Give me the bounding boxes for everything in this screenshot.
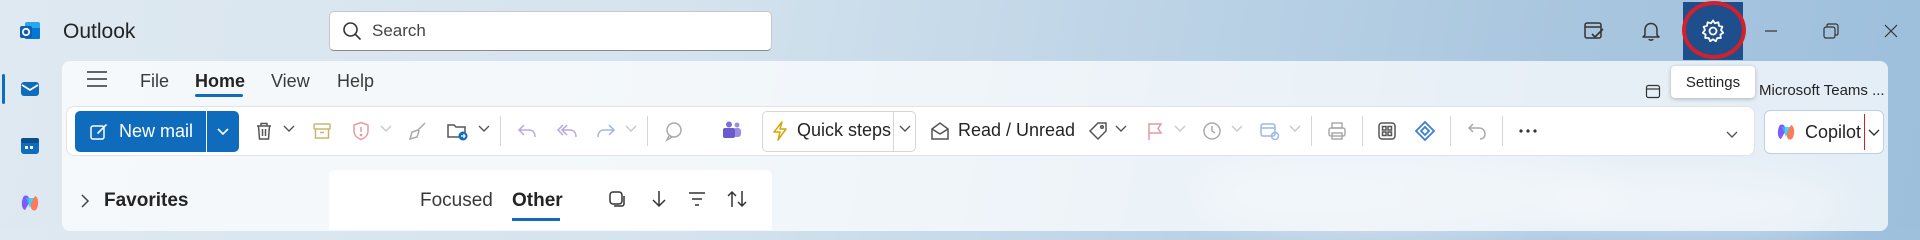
quick-steps-label: Quick steps [797,120,892,140]
lightning-icon [766,117,794,145]
delete-icon[interactable] [250,117,278,145]
favorites-folder-group[interactable]: Favorites [80,190,188,212]
app-title: Outlook [63,20,136,43]
calendar-small-icon [1645,84,1661,98]
flag-icon[interactable] [1141,117,1169,145]
teams-chip-label: Microsoft Teams ... [1759,82,1885,99]
tag-icon[interactable] [1084,117,1112,145]
outlook-logo-icon [17,18,43,44]
tab-home-underline [195,94,243,97]
ribbon-separator [1450,116,1451,146]
new-mail-button[interactable]: New mail [75,111,206,152]
ribbon-separator [1502,116,1503,146]
tab-other-underline [512,218,560,221]
rules-icon[interactable] [1256,117,1284,145]
chat-bubble-icon[interactable] [660,117,688,145]
rail-active-indicator [2,74,5,104]
chevron-down-icon[interactable] [380,122,392,136]
chevron-down-icon[interactable] [1174,122,1186,136]
ribbon-separator [1311,116,1312,146]
chevron-down-icon[interactable] [1115,122,1127,136]
tab-home[interactable]: Home [195,71,245,92]
sort-icon[interactable] [724,186,750,212]
copilot-button[interactable]: Copilot [1764,110,1884,154]
copilot-logo-icon [1777,124,1795,140]
teams-icon[interactable] [718,117,746,145]
tab-help[interactable]: Help [337,71,374,92]
calendar-app-icon[interactable] [17,133,43,159]
search-input[interactable]: Search [329,11,772,51]
tab-file[interactable]: File [140,71,169,92]
restore-window-icon[interactable] [1814,14,1848,48]
print-icon[interactable] [1323,117,1351,145]
chevron-down-icon[interactable] [283,122,295,136]
envelope-open-icon [926,117,954,145]
more-options-icon[interactable] [1514,117,1542,145]
copilot-label: Copilot [1805,121,1862,142]
archive-icon[interactable] [308,117,336,145]
snooze-clock-icon[interactable] [1198,117,1226,145]
settings-annotation-ring [1682,1,1746,59]
sweep-broom-icon[interactable] [404,117,432,145]
chevron-down-icon[interactable] [899,122,911,136]
new-mail-dropdown[interactable] [207,111,239,152]
ribbon-separator [500,116,501,146]
favorites-label: Favorites [104,190,189,211]
hamburger-menu-icon[interactable] [86,70,108,88]
ribbon-separator [1362,116,1363,146]
filter-icon[interactable] [684,186,710,212]
tab-focused[interactable]: Focused [420,190,493,212]
tab-view[interactable]: View [271,71,310,92]
forward-icon[interactable] [592,117,620,145]
report-shield-icon[interactable] [347,117,375,145]
ribbon-separator [647,116,648,146]
reply-icon[interactable] [513,117,541,145]
chevron-down-icon[interactable] [478,122,490,136]
copilot-split-divider [1864,114,1865,150]
chevron-down-icon[interactable] [1289,122,1301,136]
chevron-down-icon[interactable] [625,122,637,136]
mail-app-icon[interactable] [17,76,43,102]
undo-icon[interactable] [1463,117,1491,145]
chevron-down-icon[interactable] [1231,122,1243,136]
settings-tooltip: Settings [1671,66,1755,98]
chevron-down-icon[interactable] [1868,126,1880,140]
compose-icon [90,123,107,140]
chevron-down-icon [217,127,229,135]
app-rail [0,0,60,228]
move-to-folder-icon[interactable] [444,117,472,145]
search-icon [343,22,361,40]
quick-steps-divider [893,112,894,152]
apps-grid-icon[interactable] [1373,117,1401,145]
minimize-icon[interactable] [1754,14,1788,48]
notifications-bell-icon[interactable] [1634,14,1668,48]
reply-all-icon[interactable] [552,117,580,145]
search-placeholder: Search [372,21,426,40]
select-messages-icon[interactable] [604,186,630,212]
my-day-icon[interactable] [1577,14,1611,48]
tab-other[interactable]: Other [512,190,563,212]
new-mail-label: New mail [119,121,194,141]
read-unread-button[interactable]: Read / Unread [958,120,1075,141]
chevron-right-icon [81,194,90,208]
loop-diamond-icon[interactable] [1411,117,1439,145]
ribbon-expand-chevron-icon[interactable] [1726,128,1738,142]
copilot-app-icon[interactable] [17,190,43,216]
jump-down-arrow-icon[interactable] [646,186,672,212]
close-icon[interactable] [1874,14,1908,48]
